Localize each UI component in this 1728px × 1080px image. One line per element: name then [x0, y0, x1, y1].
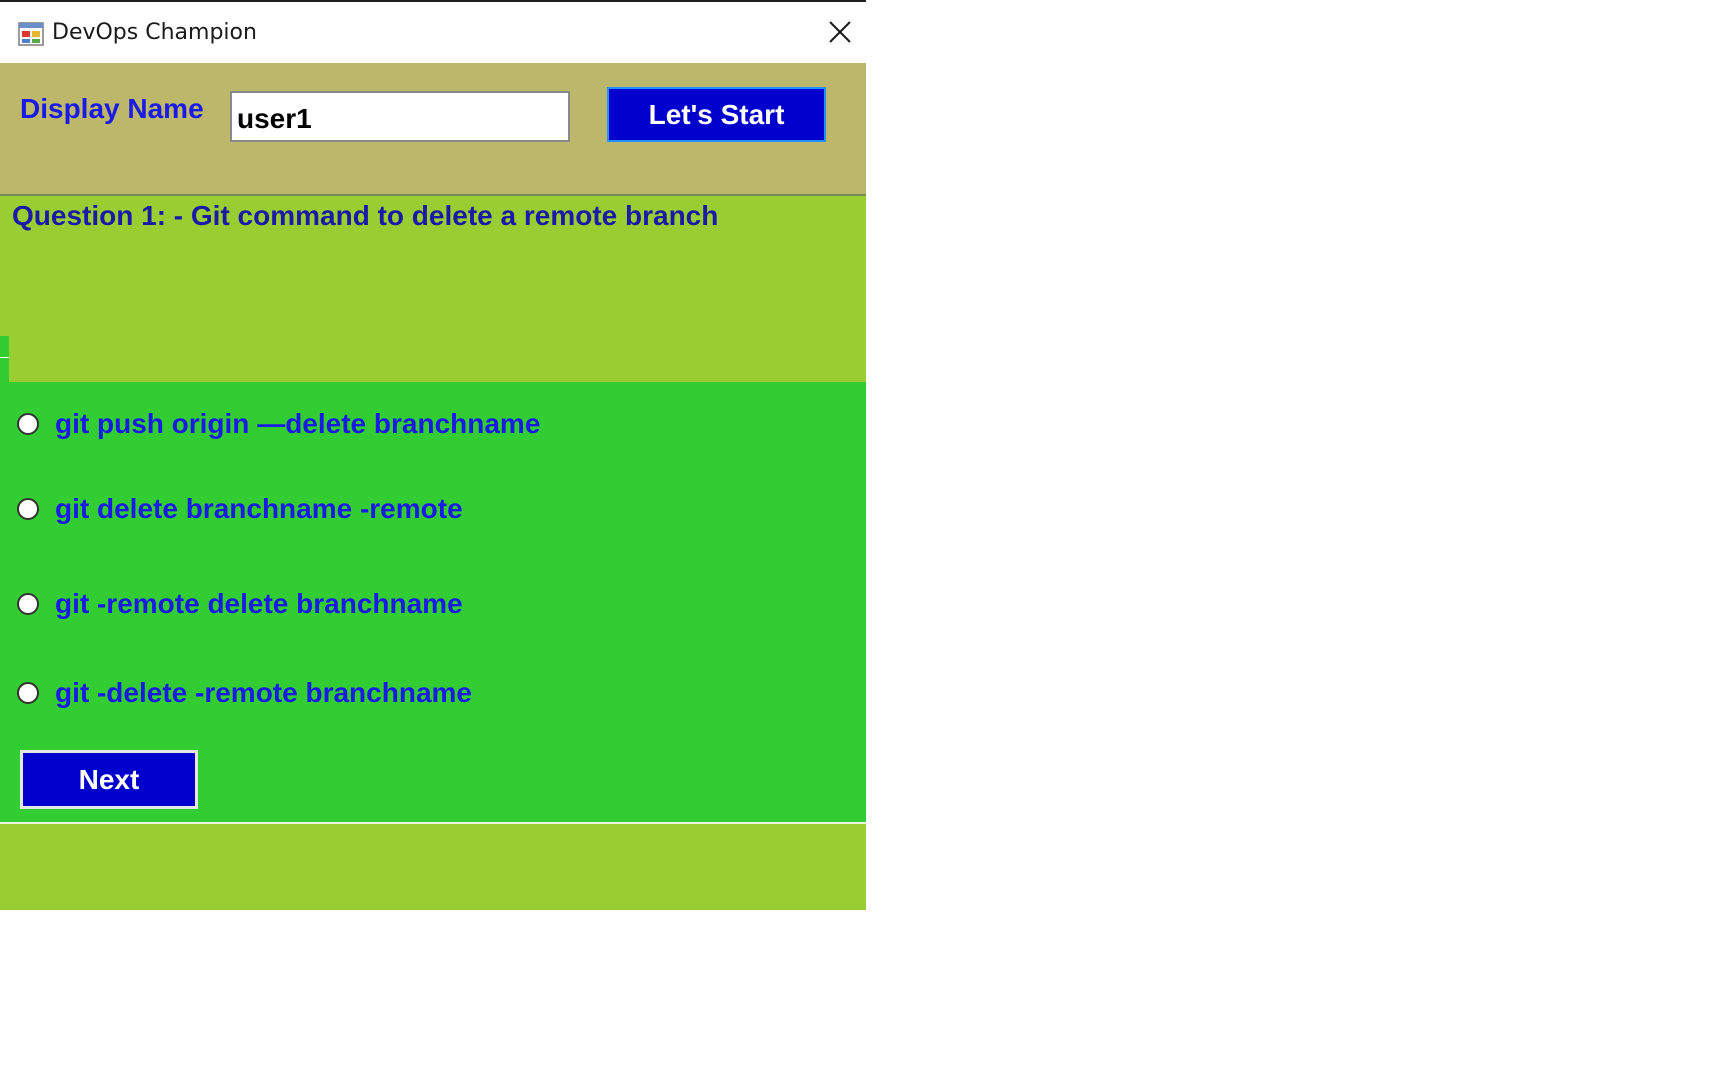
- answer-option-2[interactable]: git delete branchname -remote: [17, 493, 463, 525]
- title-bar: DevOps Champion: [0, 2, 866, 63]
- close-icon: [829, 21, 851, 43]
- windows-form-icon: [18, 22, 44, 46]
- display-name-label: Display Name: [20, 93, 204, 124]
- answer-label: git delete branchname -remote: [55, 493, 463, 524]
- question-panel: Question 1: - Git command to delete a re…: [0, 196, 866, 382]
- footer-panel: [0, 824, 866, 910]
- lets-start-button[interactable]: Let's Start: [607, 87, 826, 142]
- answer-option-1[interactable]: git push origin —delete branchname: [17, 408, 540, 440]
- header-panel: Display Name Let's Start: [0, 63, 866, 194]
- answer-option-3[interactable]: git -remote delete branchname: [17, 588, 463, 620]
- radio-button[interactable]: [17, 682, 39, 704]
- answers-panel: git push origin —delete branchname git d…: [0, 382, 866, 822]
- radio-button[interactable]: [17, 498, 39, 520]
- answer-option-4[interactable]: git -delete -remote branchname: [17, 677, 472, 709]
- panel-edge-marker: [0, 336, 9, 382]
- radio-button[interactable]: [17, 413, 39, 435]
- close-button[interactable]: [818, 12, 862, 52]
- question-text: Question 1: - Git command to delete a re…: [12, 200, 719, 231]
- display-name-input[interactable]: [230, 91, 570, 142]
- next-button[interactable]: Next: [20, 750, 198, 809]
- answer-label: git -delete -remote branchname: [55, 677, 472, 708]
- radio-button[interactable]: [17, 593, 39, 615]
- window-title: DevOps Champion: [52, 20, 257, 45]
- answer-label: git -remote delete branchname: [55, 588, 463, 619]
- answer-label: git push origin —delete branchname: [55, 408, 541, 439]
- panel-edge-line: [0, 357, 9, 358]
- app-window: DevOps Champion Display Name Let's Start…: [0, 0, 866, 910]
